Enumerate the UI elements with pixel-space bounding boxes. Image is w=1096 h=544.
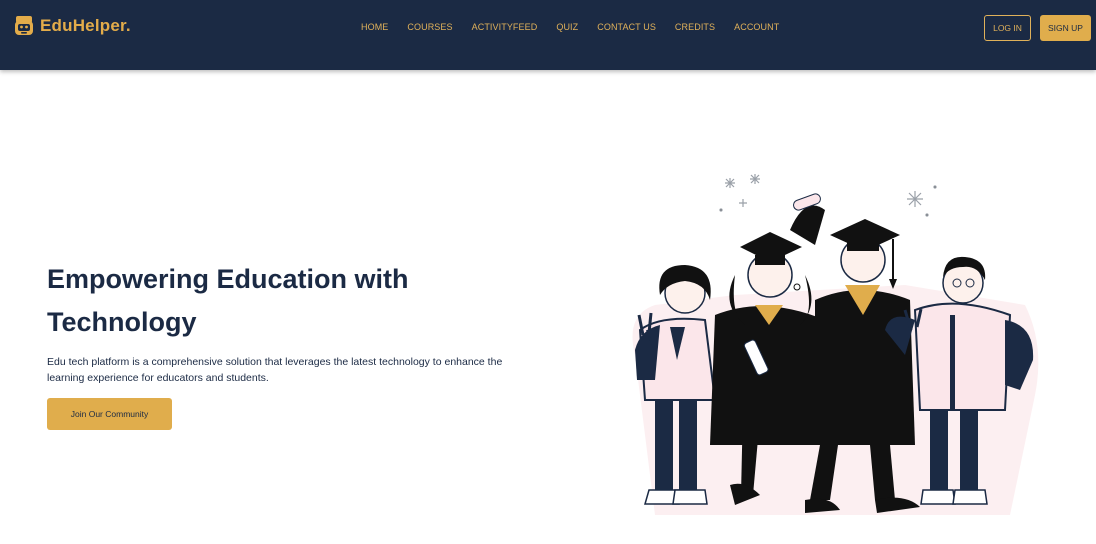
nav-home[interactable]: HOME xyxy=(361,22,388,32)
main-nav: HOME COURSES ACTIVITYFEED QUIZ CONTACT U… xyxy=(361,22,798,32)
hero-title: Empowering Education with Technology xyxy=(47,264,409,337)
nav-credits[interactable]: CREDITS xyxy=(675,22,715,32)
nav-quiz[interactable]: QUIZ xyxy=(556,22,578,32)
join-community-button[interactable]: Join Our Community xyxy=(47,398,172,430)
graduates-group-illustration xyxy=(632,174,1039,515)
nav-contact-us[interactable]: CONTACT US xyxy=(597,22,656,32)
nav-courses[interactable]: COURSES xyxy=(407,22,452,32)
student-face-icon xyxy=(15,16,33,35)
hero-description: Edu tech platform is a comprehensive sol… xyxy=(47,356,503,384)
nav-activityfeed[interactable]: ACTIVITYFEED xyxy=(472,22,538,32)
top-navbar: EduHelper. HOME COURSES ACTIVITYFEED QUI… xyxy=(0,0,1096,70)
brand-name: EduHelper. xyxy=(40,16,131,35)
login-button[interactable]: LOG IN xyxy=(984,15,1031,41)
nav-account[interactable]: ACCOUNT xyxy=(734,22,779,32)
signup-button[interactable]: SIGN UP xyxy=(1040,15,1091,41)
brand-logo[interactable]: EduHelper. xyxy=(14,15,131,37)
sparkles-decoration xyxy=(719,174,937,217)
